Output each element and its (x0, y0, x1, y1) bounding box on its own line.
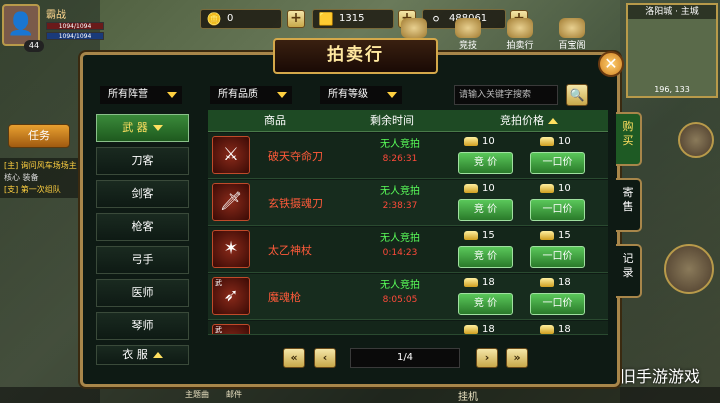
bid-price: 18 (464, 324, 495, 334)
close-button[interactable]: ✕ (598, 51, 624, 77)
table-row[interactable]: ✶ 太乙神杖 无人竞拍 0:14:23 15 15 竞 价一口价 (208, 227, 608, 273)
table-header: 商品 剩余时间 竞拍价格 (208, 110, 608, 132)
item-name: 破天夺命刀 (268, 150, 323, 163)
gold-ingot-icon (540, 324, 554, 334)
blade-icon[interactable]: ⚔ (212, 136, 250, 174)
task-tab[interactable]: 任务 (8, 124, 70, 148)
spear-icon[interactable]: 武 ➶ (212, 277, 250, 315)
gold-ingot-icon (464, 136, 478, 146)
page-indicator: 1/4 (350, 348, 460, 368)
prev-page-button[interactable]: ‹ (314, 348, 336, 368)
table-row[interactable]: 武⚔1818竞 价一口价 (208, 321, 608, 335)
category-spear[interactable]: 枪客 (96, 213, 189, 241)
remaining-time: 无人竞拍 8:26:31 (380, 139, 420, 164)
buyout-button[interactable]: 一口价 (530, 246, 585, 268)
search-button[interactable]: 🔍 (566, 84, 588, 106)
category-weapon[interactable]: 武 器 (96, 114, 189, 142)
remaining-time: 无人竞拍 0:14:23 (380, 233, 420, 258)
dropdown-arrow-icon (167, 92, 177, 98)
attack-button[interactable] (664, 244, 714, 294)
category-clothes[interactable]: 衣 服 (96, 345, 189, 365)
level-filter[interactable]: 所有等级 (320, 86, 402, 104)
item-name: 魔魂枪 (268, 291, 301, 304)
gold-ingot-icon (464, 183, 478, 193)
next-page-button[interactable]: › (476, 348, 498, 368)
quality-filter[interactable]: 所有品质 (210, 86, 292, 104)
dropdown-arrow-icon (277, 92, 287, 98)
table-row[interactable]: ⚔ 破天夺命刀 无人竞拍 8:26:31 10 10 竞 价一口价 (208, 133, 608, 179)
gold-bar-icon: 🟨 (318, 12, 334, 26)
bid-button[interactable]: 竞 价 (458, 199, 513, 221)
table-row[interactable]: 武 ➶ 魔魂枪 无人竞拍 8:05:05 18 18 竞 价一口价 (208, 274, 608, 320)
skill-button-1[interactable] (678, 122, 714, 158)
bid-button[interactable]: 竞 价 (458, 293, 513, 315)
item-name: 太乙神杖 (268, 244, 312, 257)
player-name: 霸战 (46, 10, 66, 21)
faction-filter[interactable]: 所有阵营 (100, 86, 182, 104)
last-page-button[interactable]: » (506, 348, 528, 368)
tab-record[interactable]: 记录 (616, 244, 642, 298)
remaining-time: 无人竞拍 8:05:05 (380, 280, 420, 305)
buyout-button[interactable]: 一口价 (530, 152, 585, 174)
gold-ingot-icon (464, 230, 478, 240)
weapon-icon[interactable]: 武⚔ (212, 324, 250, 334)
gold-ingot-icon (540, 183, 554, 193)
quest-tracker[interactable]: [主] 询问风车场场主 核心 装备 [支] 第一次组队 (0, 158, 92, 198)
sort-arrow-icon (548, 118, 558, 124)
add-gold-ingot-button[interactable]: + (287, 10, 305, 28)
price-sort-header[interactable]: 竞拍价格 (500, 110, 558, 132)
buyout-price: 10 (540, 136, 571, 148)
bid-price: 15 (464, 230, 495, 242)
bid-price: 18 (464, 277, 495, 289)
category-bow[interactable]: 弓手 (96, 246, 189, 274)
gold-ingot-icon (464, 277, 478, 287)
buyout-price: 15 (540, 230, 571, 242)
gold-ingot-icon (540, 136, 554, 146)
gold-ingot-icon (540, 230, 554, 240)
treasure-top-icon[interactable]: 百宝阁 (552, 18, 592, 51)
dropdown-arrow-icon (387, 92, 397, 98)
tab-buy[interactable]: 购买 (616, 112, 642, 166)
gold-ingot-icon: 🪙 (206, 12, 222, 26)
hp-bar: 1094/1094 (46, 22, 104, 30)
category-lute[interactable]: 琴师 (96, 312, 189, 340)
buyout-price: 18 (540, 277, 571, 289)
bid-button[interactable]: 竞 价 (458, 152, 513, 174)
category-blade[interactable]: 刀客 (96, 147, 189, 175)
bottom-bar: 主题曲 邮件 挂机 (0, 387, 720, 403)
item-name: 玄铁摄魂刀 (268, 197, 323, 210)
sword-icon[interactable]: 🗡 (212, 183, 250, 221)
bid-button[interactable]: 竞 价 (458, 246, 513, 268)
buyout-price: 10 (540, 183, 571, 195)
table-row[interactable]: 🗡 玄铁摄魂刀 无人竞拍 2:38:37 10 10 竞 价一口价 (208, 180, 608, 226)
search-input[interactable]: 请输入关键字搜索 (454, 85, 558, 105)
gold-bar-counter: 🟨 1315 (312, 9, 394, 29)
buyout-button[interactable]: 一口价 (530, 293, 585, 315)
category-healer[interactable]: 医师 (96, 279, 189, 307)
search-icon: 🔍 (569, 88, 585, 102)
minimap[interactable]: 洛阳城 · 主城 196, 133 (626, 3, 718, 98)
tab-consign[interactable]: 寄售 (616, 178, 642, 232)
auction-top-icon[interactable]: 拍卖行 (500, 18, 540, 51)
player-level-badge: 44 (24, 40, 44, 52)
staff-icon[interactable]: ✶ (212, 230, 250, 268)
mp-bar: 1094/1094 (46, 32, 104, 40)
bid-price: 10 (464, 183, 495, 195)
bid-price: 10 (464, 136, 495, 148)
category-sword[interactable]: 剑客 (96, 180, 189, 208)
buyout-button[interactable]: 一口价 (530, 199, 585, 221)
collapse-arrow-icon (152, 125, 163, 131)
remaining-time: 无人竞拍 2:38:37 (380, 186, 420, 211)
buyout-price: 18 (540, 324, 571, 334)
expand-arrow-icon (152, 352, 163, 358)
first-page-button[interactable]: « (283, 348, 305, 368)
gold-ingot-icon (464, 324, 478, 334)
gold-ingot-counter: 🪙 0 (200, 9, 282, 29)
arena-top-icon[interactable]: 竞技 (448, 18, 488, 51)
gold-ingot-icon (540, 277, 554, 287)
panel-title: 拍卖行 (273, 38, 438, 74)
